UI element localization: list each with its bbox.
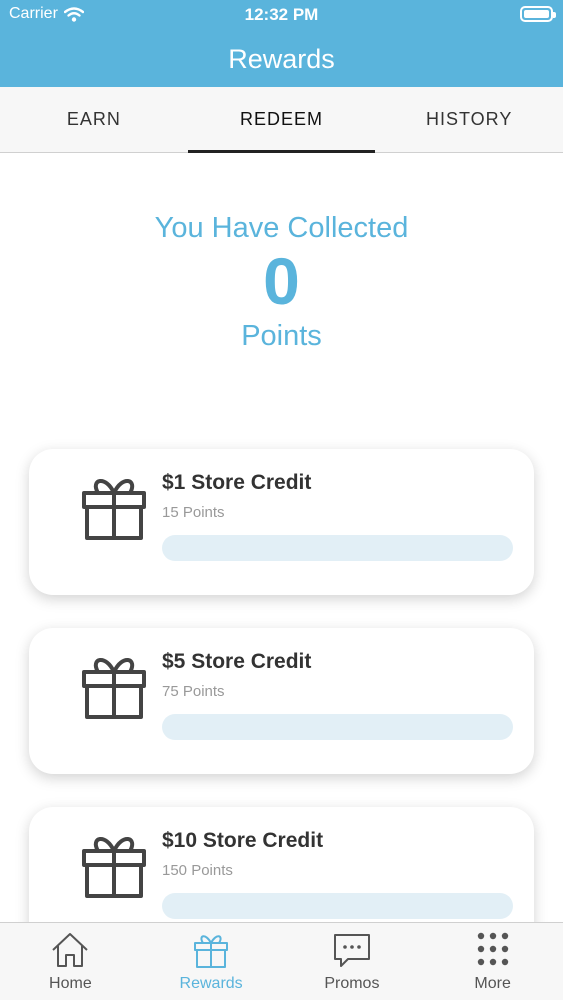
tab-redeem[interactable]: REDEEM	[187, 87, 376, 153]
segment-tabs: EARN REDEEM HISTORY	[0, 87, 563, 153]
reward-title: $5 Store Credit	[162, 650, 312, 673]
gift-icon	[82, 658, 146, 719]
points-unit: Points	[241, 320, 322, 353]
reward-card[interactable]: $5 Store Credit 75 Points	[29, 628, 534, 774]
points-heading: You Have Collected	[154, 212, 409, 244]
tabbar-item-home[interactable]: Home	[0, 923, 141, 1000]
reward-card[interactable]: $1 Store Credit 15 Points	[29, 449, 534, 595]
home-icon	[52, 933, 89, 967]
tabbar-item-promos[interactable]: Promos	[282, 923, 423, 1000]
header: Carrier 12:32 PM Rewards	[0, 0, 563, 87]
page-title: Rewards	[228, 44, 335, 74]
reward-progress-bar	[162, 893, 513, 919]
gift-icon	[82, 837, 146, 898]
tabbar-item-more[interactable]: More	[422, 923, 563, 1000]
reward-progress-bar	[162, 714, 513, 740]
grid-dots-icon	[477, 932, 508, 966]
chat-bubble-icon	[333, 934, 370, 967]
app-root: Carrier 12:32 PM Rewards EARN REDEEM HIS…	[0, 0, 563, 1000]
reward-title: $10 Store Credit	[162, 829, 324, 852]
gift-icon	[82, 479, 146, 540]
points-summary: You Have Collected 0 Points	[0, 212, 563, 353]
gift-icon	[194, 935, 229, 968]
battery-icon	[520, 6, 556, 22]
bottom-tab-bar: Home Rewards Promos More	[0, 922, 563, 1000]
tabbar-item-rewards[interactable]: Rewards	[141, 923, 282, 1000]
reward-cost: 15 Points	[162, 504, 225, 521]
reward-title: $1 Store Credit	[162, 471, 312, 494]
status-bar: Carrier 12:32 PM	[0, 0, 563, 30]
reward-progress-bar	[162, 535, 513, 561]
reward-cost: 150 Points	[162, 862, 233, 879]
reward-cost: 75 Points	[162, 683, 225, 700]
tabbar-label-promos: Promos	[324, 975, 380, 992]
tab-earn[interactable]: EARN	[0, 87, 188, 152]
points-value: 0	[263, 244, 300, 318]
tabbar-label-more: More	[474, 975, 511, 992]
tab-history[interactable]: HISTORY	[375, 87, 563, 152]
tabbar-label-home: Home	[49, 975, 92, 992]
tabbar-label-rewards: Rewards	[179, 975, 243, 992]
status-time: 12:32 PM	[244, 5, 319, 24]
